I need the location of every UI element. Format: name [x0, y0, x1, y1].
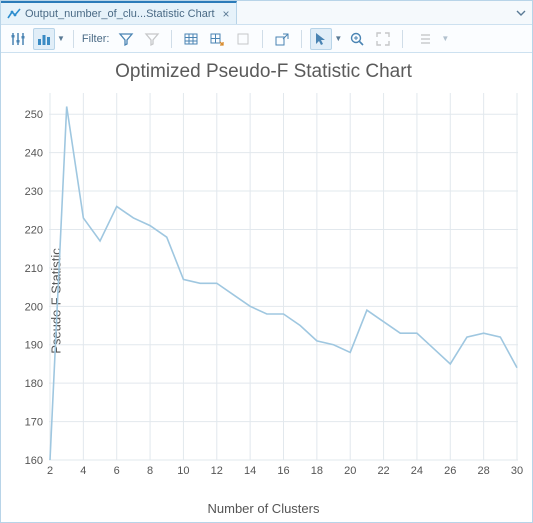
funnel-icon [118, 31, 134, 47]
plot-wrap: Pseudo-F Statistic Number of Clusters 16… [5, 87, 522, 514]
table-view-button[interactable] [180, 28, 202, 50]
table-swap-icon [209, 31, 225, 47]
list-icon [417, 31, 433, 47]
y-tick-label: 160 [25, 455, 43, 467]
chevron-down-icon[interactable]: ▼ [334, 34, 342, 43]
line-chart-icon [7, 7, 21, 21]
x-tick-label: 24 [411, 465, 423, 477]
cursor-icon [313, 31, 329, 47]
clear-selection-button[interactable] [271, 28, 293, 50]
properties-button[interactable] [7, 28, 29, 50]
y-tick-label: 220 [25, 224, 43, 236]
separator [301, 30, 302, 48]
funnel-clear-icon [144, 31, 160, 47]
selection-tool-button[interactable] [310, 28, 332, 50]
chart-area: Optimized Pseudo-F Statistic Chart Pseud… [1, 53, 532, 522]
bar-chart-icon [36, 31, 52, 47]
x-tick-label: 22 [377, 465, 389, 477]
filter-by-selection-button[interactable] [115, 28, 137, 50]
chevron-down-icon[interactable]: ▼ [441, 34, 449, 43]
separator [171, 30, 172, 48]
y-tick-label: 230 [25, 186, 43, 198]
x-tick-label: 2 [47, 465, 53, 477]
filter-by-extent-button [141, 28, 163, 50]
legend-button[interactable] [33, 28, 55, 50]
table-icon [183, 31, 199, 47]
chevron-down-icon [516, 8, 526, 18]
tab-strip: Output_number_of_clu...Statistic Chart × [1, 1, 532, 25]
x-tick-label: 26 [444, 465, 456, 477]
tab-chart[interactable]: Output_number_of_clu...Statistic Chart × [1, 1, 237, 24]
swap-axes-button[interactable] [206, 28, 228, 50]
chart-title: Optimized Pseudo-F Statistic Chart [5, 61, 522, 83]
magnifier-icon [349, 31, 365, 47]
chevron-down-icon[interactable]: ▼ [57, 34, 65, 43]
y-tick-label: 170 [25, 417, 43, 429]
rotate-icon [235, 31, 251, 47]
x-tick-label: 28 [478, 465, 490, 477]
x-axis-label: Number of Clusters [5, 501, 522, 516]
chart-window: Output_number_of_clu...Statistic Chart × [0, 0, 533, 523]
tab-menu-button[interactable] [510, 1, 532, 24]
separator [262, 30, 263, 48]
x-tick-label: 8 [147, 465, 153, 477]
close-icon[interactable]: × [223, 7, 230, 21]
zoom-tool-button[interactable] [346, 28, 368, 50]
plot-svg[interactable]: 1601701801902002102202302402502468101214… [49, 91, 518, 478]
x-tick-label: 4 [80, 465, 86, 477]
more-button[interactable] [411, 28, 439, 50]
x-tick-label: 14 [244, 465, 256, 477]
x-tick-label: 12 [211, 465, 223, 477]
separator [402, 30, 403, 48]
x-tick-label: 30 [511, 465, 523, 477]
sliders-icon [10, 31, 26, 47]
y-tick-label: 250 [25, 109, 43, 121]
x-tick-label: 16 [277, 465, 289, 477]
y-tick-label: 190 [25, 340, 43, 352]
full-extent-button[interactable] [372, 28, 394, 50]
y-tick-label: 210 [25, 263, 43, 275]
separator [73, 30, 74, 48]
x-tick-label: 6 [114, 465, 120, 477]
y-tick-label: 180 [25, 378, 43, 390]
toolbar: ▼ Filter: [1, 25, 532, 53]
clear-selection-icon [274, 31, 290, 47]
filter-label: Filter: [82, 33, 110, 45]
expand-icon [375, 31, 391, 47]
y-tick-label: 200 [25, 301, 43, 313]
x-tick-label: 18 [311, 465, 323, 477]
x-tick-label: 20 [344, 465, 356, 477]
y-tick-label: 240 [25, 148, 43, 160]
rotate-button [232, 28, 254, 50]
tab-label: Output_number_of_clu...Statistic Chart [25, 8, 215, 20]
x-tick-label: 10 [177, 465, 189, 477]
